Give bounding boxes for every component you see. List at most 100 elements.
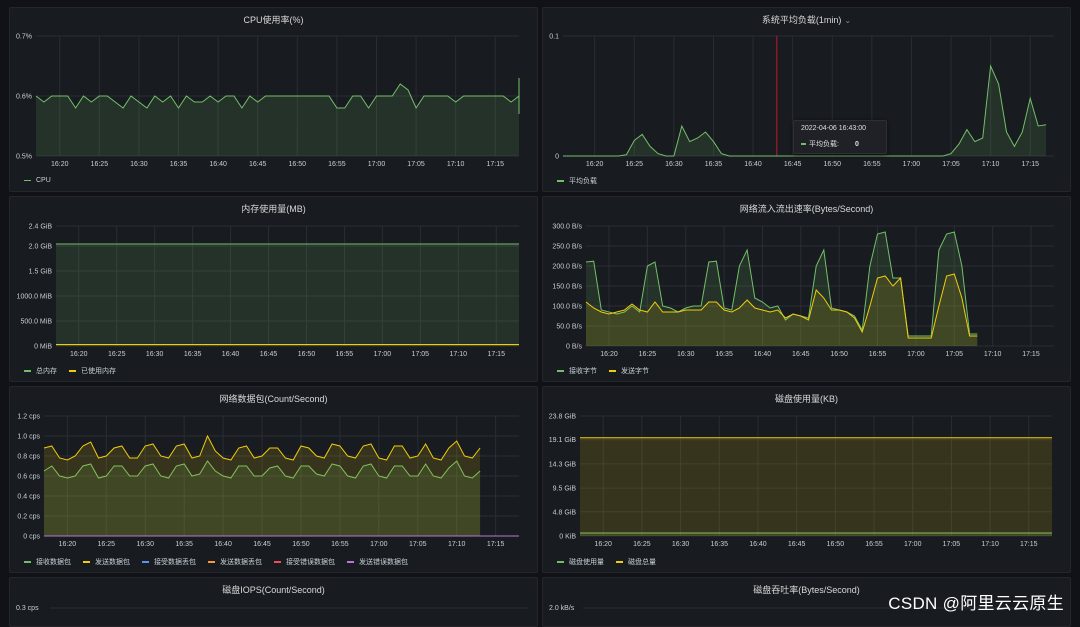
x-tick-label: 16:50 xyxy=(292,541,310,548)
panel-network-rate[interactable]: 网络流入流出速率(Bytes/Second) 0 B/s 50.0 B/s 100.… xyxy=(542,196,1071,382)
legend-item[interactable]: 接收数据包 xyxy=(24,557,71,567)
x-tick-label: 16:50 xyxy=(827,541,845,548)
x-tick-label: 16:40 xyxy=(214,541,232,548)
x-tick-label: 16:50 xyxy=(298,351,316,358)
legend-swatch xyxy=(274,561,281,563)
x-tick-label: 16:45 xyxy=(249,161,267,168)
panel-network-packets[interactable]: 网络数据包(Count/Second) 0 cps 0.2 cps 0.4 cps 0… xyxy=(9,386,538,573)
y-tick-label: 0 xyxy=(555,154,559,161)
cpu-chart[interactable]: 0.5% 0.6% 0.7% 16:20 16:25 16:30 16:35 16:40 16:… xyxy=(10,8,538,192)
legend-swatch xyxy=(557,370,564,372)
legend-label: 接收数据包 xyxy=(36,559,71,566)
legend-swatch xyxy=(557,180,564,182)
tooltip-label: 平均负载: xyxy=(809,141,839,148)
legend-item[interactable]: 已使用内存 xyxy=(69,366,116,376)
y-tick-label: 300.0 B/s xyxy=(552,224,582,231)
x-tick-label: 17:10 xyxy=(982,161,1000,168)
disk-usage-chart[interactable]: 0 KiB 4.8 GiB 9.5 GiB 14.3 GiB 19.1 GiB 23.8 … xyxy=(543,387,1071,573)
y-tick-label: 0 KiB xyxy=(559,534,576,541)
x-tick-label: 16:55 xyxy=(336,351,354,358)
legend-item[interactable]: 总内存 xyxy=(24,366,57,376)
legend-swatch xyxy=(69,370,76,372)
x-tick-label: 16:20 xyxy=(59,541,77,548)
x-tick-label: 16:50 xyxy=(289,161,307,168)
x-tick-label: 16:25 xyxy=(633,541,651,548)
panel-disk-iops[interactable]: 磁盘IOPS(Count/Second) 0.3 cps xyxy=(9,577,538,627)
y-tick-label: 0 B/s xyxy=(566,344,582,351)
y-tick-label: 2.0 GiB xyxy=(29,244,53,251)
legend-swatch xyxy=(142,561,149,563)
y-tick-label: 1.0 cps xyxy=(17,434,40,441)
legend: 平均负载 xyxy=(557,176,609,186)
legend-swatch xyxy=(347,561,354,563)
y-tick-label: 2.4 GiB xyxy=(29,224,53,231)
legend-item[interactable]: 发送数据包 xyxy=(83,557,130,567)
legend: 磁盘使用量 磁盘总量 xyxy=(557,557,668,567)
x-tick-label: 16:55 xyxy=(331,541,349,548)
legend-item[interactable]: 平均负载 xyxy=(557,176,597,186)
legend-item[interactable]: 发送错误数据包 xyxy=(347,557,408,567)
legend-item[interactable]: 磁盘使用量 xyxy=(557,557,604,567)
x-tick-label: 16:35 xyxy=(170,161,188,168)
x-tick-label: 17:00 xyxy=(368,161,386,168)
disk-iops-chart[interactable]: 0.3 cps xyxy=(10,578,538,627)
x-tick-label: 16:35 xyxy=(711,541,729,548)
legend-item[interactable]: 磁盘总量 xyxy=(616,557,656,567)
legend-item[interactable]: CPU xyxy=(24,177,51,184)
y-tick-label: 23.8 GiB xyxy=(549,414,577,421)
legend-item[interactable]: 发送字节 xyxy=(609,366,649,376)
legend-label: 平均负载 xyxy=(569,178,597,185)
panel-cpu-usage[interactable]: CPU使用率(%) 0.5% 0.6% 0.7% 16:20 16:25 16:30 16:… xyxy=(9,7,538,192)
legend: CPU xyxy=(24,176,63,184)
x-tick-label: 17:00 xyxy=(904,541,922,548)
panel-disk-usage[interactable]: 磁盘使用量(KB) 0 KiB 4.8 GiB 9.5 GiB 14.3 GiB 19.… xyxy=(542,386,1071,573)
x-tick-label: 16:55 xyxy=(863,161,881,168)
legend-item[interactable]: 发送数据丢包 xyxy=(208,557,262,567)
x-tick-label: 16:30 xyxy=(136,541,154,548)
x-tick-label: 16:45 xyxy=(253,541,271,548)
legend-swatch xyxy=(83,561,90,563)
network-rate-chart[interactable]: 0 B/s 50.0 B/s 100.0 B/s 150.0 B/s 200.0 B/s… xyxy=(543,197,1071,382)
x-tick-label: 17:05 xyxy=(412,351,430,358)
y-tick-label: 19.1 GiB xyxy=(549,437,577,444)
x-tick-label: 16:50 xyxy=(830,351,848,358)
x-tick-label: 16:25 xyxy=(91,161,109,168)
legend: 接收数据包 发送数据包 接受数据丢包 发送数据丢包 接受错误数据包 发送错误数据包 xyxy=(24,557,420,567)
panel-load-average[interactable]: 系统平均负载(1min) ⌄ 0 0.1 16:20 16:25 16:30 16:35 16… xyxy=(542,7,1071,192)
legend: 接收字节 发送字节 xyxy=(557,366,661,376)
tooltip-row: 平均负载: 0 xyxy=(801,139,879,149)
y-tick-label: 0.6 cps xyxy=(17,474,40,481)
tooltip-time: 2022-04-06 16:43:00 xyxy=(801,125,866,132)
legend-label: 磁盘使用量 xyxy=(569,559,604,566)
y-tick-label: 14.3 GiB xyxy=(549,461,577,468)
legend-item[interactable]: 接受错误数据包 xyxy=(274,557,335,567)
x-tick-label: 16:25 xyxy=(108,351,126,358)
legend-item[interactable]: 接受数据丢包 xyxy=(142,557,196,567)
memory-chart[interactable]: 0 MiB 500.0 MiB 1000.0 MiB 1.5 GiB 2.0 GiB 2.… xyxy=(10,197,538,382)
y-tick-label: 1.5 GiB xyxy=(29,269,53,276)
y-tick-label: 100.0 B/s xyxy=(552,304,582,311)
legend-swatch xyxy=(557,561,564,563)
x-tick-label: 16:35 xyxy=(715,351,733,358)
x-tick-label: 17:10 xyxy=(981,541,999,548)
series-area xyxy=(56,244,519,346)
legend-label: 接受错误数据包 xyxy=(286,559,335,566)
legend-item[interactable]: 接收字节 xyxy=(557,366,597,376)
x-tick-label: 16:30 xyxy=(130,161,148,168)
x-tick-label: 16:40 xyxy=(749,541,767,548)
x-tick-label: 17:05 xyxy=(942,161,960,168)
load-chart[interactable]: 0 0.1 16:20 16:25 16:30 16:35 16:40 16:45 16:50 1… xyxy=(543,8,1071,192)
x-tick-label: 16:45 xyxy=(260,351,278,358)
y-tick-label: 0.5% xyxy=(16,154,32,161)
x-tick-label: 16:30 xyxy=(146,351,164,358)
legend-label: 发送字节 xyxy=(621,368,649,375)
x-tick-label: 17:15 xyxy=(486,161,504,168)
x-tick-label: 16:35 xyxy=(175,541,193,548)
panel-memory-usage[interactable]: 内存使用量(MB) 0 MiB 500.0 MiB 1000.0 MiB 1.5 Gi… xyxy=(9,196,538,382)
network-packets-chart[interactable]: 0 cps 0.2 cps 0.4 cps 0.6 cps 0.8 cps 1.0 cps… xyxy=(10,387,538,573)
y-tick-label: 1.2 cps xyxy=(17,414,40,421)
x-tick-label: 16:25 xyxy=(626,161,644,168)
legend-label: 总内存 xyxy=(36,368,57,375)
hover-tooltip: 2022-04-06 16:43:00 平均负载: 0 xyxy=(793,120,887,154)
legend-swatch xyxy=(24,370,31,372)
